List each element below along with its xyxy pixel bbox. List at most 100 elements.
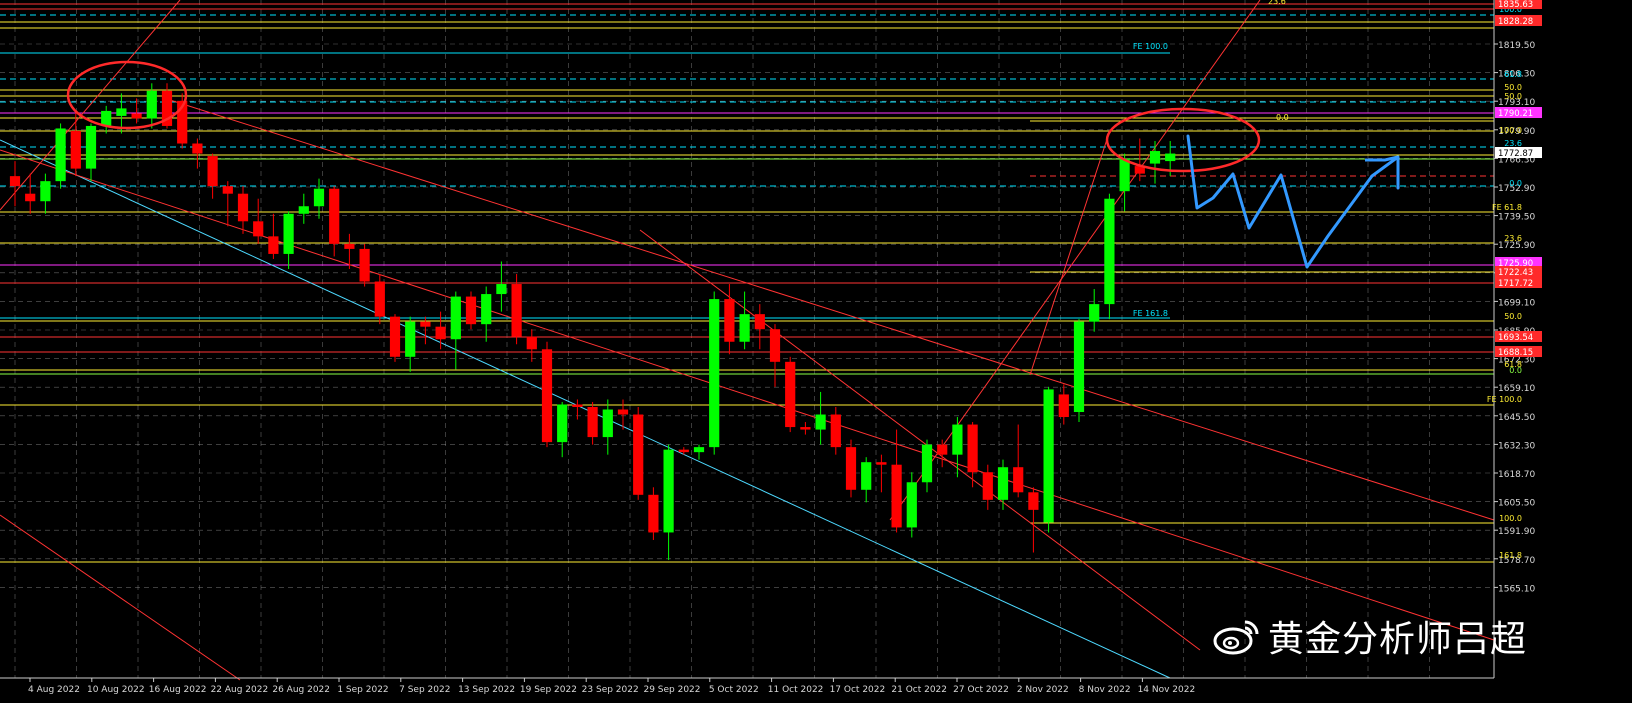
fib-100-low-label: 100.0: [1499, 514, 1522, 523]
candle-body: [481, 294, 492, 325]
candle-body: [1043, 389, 1054, 523]
date-tick-label: 13 Sep 2022: [458, 685, 515, 695]
candle-body: [359, 248, 370, 282]
candle-body: [207, 156, 218, 187]
date-tick-label: 14 Nov 2022: [1138, 685, 1196, 695]
candle-body: [450, 296, 461, 340]
price-tag-1717: 1717.72: [1498, 279, 1533, 289]
chart-canvas[interactable]: 1819.501806.301793.101779.901766.301752.…: [0, 0, 1632, 699]
fe-100-low-label: FE 100.0: [1487, 395, 1522, 404]
price-tick-label: 1565.10: [1498, 584, 1535, 594]
candle-body: [830, 414, 841, 448]
price-tick-label: 1632.30: [1498, 441, 1535, 451]
candle-body: [313, 188, 325, 207]
candle-body: [769, 329, 781, 362]
date-tick-label: 7 Sep 2022: [399, 685, 450, 695]
date-tick-label: 23 Sep 2022: [582, 685, 639, 695]
price-tick-label: 1618.70: [1498, 470, 1535, 480]
candle-body: [1149, 151, 1161, 164]
candle-body: [1058, 394, 1069, 418]
candle-body: [557, 404, 568, 443]
date-tick-label: 10 Aug 2022: [87, 685, 145, 695]
candle-body: [222, 186, 233, 194]
candle-body: [1073, 321, 1085, 413]
candle-body: [55, 128, 66, 182]
date-tick-label: 29 Sep 2022: [643, 685, 700, 695]
candle-body: [891, 464, 902, 528]
candle-body: [344, 243, 355, 249]
date-tick-label: 17 Oct 2022: [830, 685, 886, 695]
trendline: [0, 149, 1495, 641]
fe-61-8-label: FE 61.8: [1492, 203, 1522, 212]
candle-body: [389, 316, 401, 357]
candle-body: [435, 326, 446, 340]
candle-body: [587, 406, 598, 438]
fib-23-6-low-label: 23.6: [1504, 234, 1522, 243]
date-tick-label: 26 Aug 2022: [272, 685, 330, 695]
candle-body: [329, 188, 340, 244]
candle-body: [526, 336, 537, 350]
candle-body: [25, 193, 36, 202]
candle-body: [663, 449, 674, 533]
fib-23-6-mid-label: 23.6: [1504, 139, 1522, 148]
price-tick-label: 1739.50: [1498, 213, 1535, 223]
candle-body: [602, 409, 613, 438]
price-tick-label: 1819.50: [1498, 41, 1535, 51]
fib-0-cyan-label: 0.0: [1509, 179, 1522, 188]
date-tick-label: 11 Oct 2022: [768, 685, 824, 695]
candle-body: [511, 284, 522, 337]
date-tick-label: 19 Sep 2022: [520, 685, 577, 695]
fib-61-8-cyan-label: 61.8: [1504, 70, 1522, 79]
candle-body: [678, 449, 689, 453]
date-axis: 4 Aug 2022 10 Aug 2022 16 Aug 2022 22 Aug 2…: [0, 677, 1494, 695]
candle-body: [283, 213, 294, 254]
candle-body: [952, 424, 963, 455]
fib-50-low-label: 50.0: [1504, 312, 1522, 321]
date-tick-label: 2 Nov 2022: [1017, 685, 1069, 695]
fe-161-8-label: FE 161.8: [1133, 309, 1168, 318]
candle-body: [253, 221, 264, 237]
candle-body: [496, 284, 507, 295]
trendline: [0, 514, 241, 681]
fib-100-mid-label: 100.0: [1499, 126, 1522, 135]
candle-body: [101, 110, 112, 126]
trendline: [1029, 129, 1111, 376]
candle-body: [1119, 158, 1130, 192]
candle-body: [648, 494, 659, 533]
date-tick-label: 16 Aug 2022: [149, 685, 207, 695]
candle-body: [465, 296, 477, 325]
price-tag-1693: 1693.54: [1498, 333, 1533, 343]
candle-body: [268, 236, 279, 254]
forecast-path: [1365, 155, 1399, 162]
fib-0-mid-label: 0.0: [1276, 113, 1289, 122]
weibo-logo-icon: [1213, 620, 1259, 655]
date-tick-label: 4 Aug 2022: [28, 685, 80, 695]
small-top-label: 23.6: [1268, 0, 1286, 6]
date-tick-label: 22 Aug 2022: [211, 685, 269, 695]
candle-body: [237, 193, 249, 222]
fib-50-top-label: 50.0: [1504, 83, 1522, 92]
date-tick-label: 5 Oct 2022: [709, 685, 759, 695]
watermark-text: 黄金分析师吕超: [1268, 619, 1528, 660]
price-chart[interactable]: 1819.50 1806.30 1793.10 1779.90 1766.30 1752.…: [0, 0, 1632, 699]
candle-body: [724, 299, 735, 342]
candle-body: [800, 427, 811, 430]
candle-body: [709, 299, 720, 448]
candle-body: [420, 321, 431, 327]
price-tag-1828: 1828.28: [1498, 17, 1533, 27]
date-tick-label: 8 Nov 2022: [1079, 685, 1131, 695]
price-tick-label: 1591.90: [1498, 527, 1535, 537]
candle-body: [572, 404, 583, 407]
price-tick-label: 1645.50: [1498, 413, 1535, 423]
weibo-watermark: 黄金分析师吕超: [1212, 612, 1562, 660]
candle-body: [876, 462, 887, 465]
fe-100-label: FE 100.0: [1133, 42, 1168, 51]
candle-body: [192, 143, 203, 154]
price-tick-label: 1699.10: [1498, 298, 1535, 308]
candle-body: [298, 206, 309, 214]
price-tag-1688: 1688.15: [1498, 348, 1533, 358]
candle-body: [116, 108, 127, 116]
candle-body: [982, 472, 993, 500]
trendline: [639, 229, 1201, 651]
candle-body: [861, 462, 872, 490]
